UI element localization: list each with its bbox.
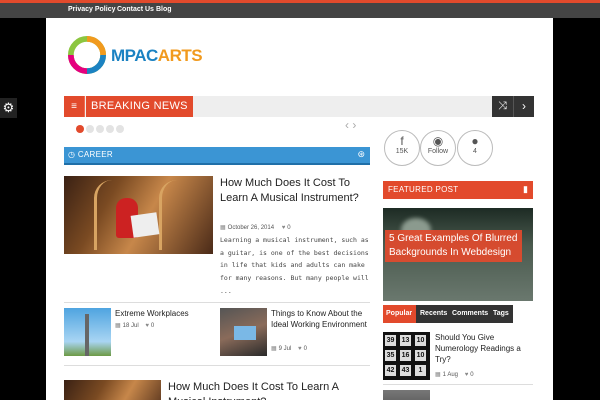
calendar-icon: ▦ <box>271 346 277 352</box>
small-post-meta: ▦ 18 Jul ♥ 0 <box>115 322 154 329</box>
nav-privacy-policy[interactable]: Privacy Policy <box>68 6 115 13</box>
chevron-right-icon[interactable]: › <box>513 96 534 117</box>
numerology-cell: 43 <box>400 365 411 376</box>
tab-comments[interactable]: Comments <box>449 305 491 323</box>
slider-dot[interactable] <box>96 125 104 133</box>
slider-arrows: ‹ › <box>345 118 356 132</box>
featured-post-title[interactable]: 5 Great Examples Of Blurred Backgrounds … <box>385 230 522 262</box>
heart-icon: ♥ <box>281 225 286 231</box>
page-container: MPACARTS ≡ BREAKING NEWS ⤨ › ‹ › ◷ CAREE… <box>46 18 553 400</box>
numerology-cell: 10 <box>415 350 426 361</box>
numerology-cell: 16 <box>400 350 411 361</box>
divider <box>383 384 533 385</box>
side-post-meta: ▦ 1 Aug ♥ 0 <box>435 371 474 378</box>
side-post-image[interactable]: 39 13 10 35 16 10 42 43 1 <box>383 332 430 380</box>
main-post-meta: ▦ October 26, 2014 ♥ 0 <box>220 224 291 231</box>
tab-popular[interactable]: Popular <box>383 305 416 323</box>
career-icon: ◷ <box>68 150 76 159</box>
numerology-cell: 39 <box>385 335 396 346</box>
social-comments[interactable]: ● 4 <box>457 130 493 166</box>
post-likes: 0 <box>303 346 307 352</box>
numerology-cell: 13 <box>400 335 411 346</box>
slider-pagination <box>76 120 126 138</box>
heart-icon: ♥ <box>464 372 469 378</box>
bookmark-icon: ▮ <box>523 184 528 194</box>
small-post-meta: ▦ 9 Jul ♥ 0 <box>271 345 307 352</box>
divider <box>64 365 370 366</box>
comment-icon: ● <box>471 134 479 148</box>
social-rss[interactable]: ◉ Follow <box>420 130 456 166</box>
divider <box>64 302 370 303</box>
sidebar-tabs: Popular Recents Comments Tags <box>383 305 513 323</box>
bottom-post-image[interactable] <box>64 380 161 400</box>
rss-icon[interactable]: ⊛ <box>357 149 365 160</box>
tab-tags[interactable]: Tags <box>490 305 512 323</box>
chevron-left-icon[interactable]: ‹ <box>345 118 349 132</box>
calendar-icon: ▦ <box>115 323 121 329</box>
post-likes: 0 <box>287 225 291 231</box>
top-bar: Privacy Policy Contact Us Blog <box>0 0 600 18</box>
post-date: 9 Jul <box>278 346 292 352</box>
comments-count: 4 <box>473 148 477 155</box>
post-date: 18 Jul <box>122 323 139 329</box>
breaking-news-bar: ≡ BREAKING NEWS ⤨ › <box>64 96 534 117</box>
rss-follow: Follow <box>427 148 449 155</box>
heart-icon: ♥ <box>298 346 302 352</box>
logo-text-b: ARTS <box>157 46 203 65</box>
calendar-icon: ▦ <box>435 372 441 378</box>
menu-icon[interactable]: ≡ <box>64 96 85 117</box>
calendar-icon: ▦ <box>220 225 226 231</box>
slider-dot[interactable] <box>86 125 94 133</box>
main-post-image[interactable] <box>64 176 213 254</box>
bottom-post-title[interactable]: How Much Does It Cost To Learn A Musical… <box>168 380 358 400</box>
facebook-icon: f <box>400 134 404 148</box>
career-section-header[interactable]: ◷ CAREER ⊛ <box>64 147 370 165</box>
post-likes: 0 <box>150 323 155 329</box>
featured-post-label: FEATURED POST <box>388 185 459 194</box>
social-facebook[interactable]: f 15K <box>384 130 420 166</box>
career-text: CAREER <box>77 150 113 159</box>
small-post-title[interactable]: Extreme Workplaces <box>115 308 215 319</box>
main-post-excerpt: Learning a musical instrument, such as a… <box>220 236 369 295</box>
tab-recents[interactable]: Recents <box>417 305 450 323</box>
harp-shape <box>159 180 177 250</box>
heart-icon: ♥ <box>145 323 149 329</box>
screen-shape <box>234 326 256 340</box>
numerology-cell: 35 <box>385 350 396 361</box>
side-post-image[interactable] <box>383 390 430 400</box>
facebook-count: 15K <box>395 148 409 155</box>
side-post-title[interactable]: Should You Give Numerology Readings a Tr… <box>435 332 535 365</box>
shuffle-icon[interactable]: ⤨ <box>492 96 513 117</box>
harp-shape <box>94 180 112 250</box>
numerology-cell: 42 <box>385 365 396 376</box>
site-logo-icon[interactable] <box>68 36 106 74</box>
numerology-cell: 10 <box>415 335 426 346</box>
post-date: 1 Aug <box>442 372 459 378</box>
small-post-image[interactable] <box>220 308 267 356</box>
career-label: ◷ CAREER <box>68 150 113 159</box>
sheet-music-shape <box>130 212 160 238</box>
small-post-title[interactable]: Things to Know About the Ideal Working E… <box>271 308 369 330</box>
gear-icon[interactable]: ⚙ <box>0 98 17 118</box>
slider-dot[interactable] <box>76 125 84 133</box>
site-logo-text[interactable]: MPACARTS <box>111 46 203 66</box>
nav-contact-us[interactable]: Contact Us <box>117 6 154 13</box>
rss-icon: ◉ <box>432 134 444 148</box>
featured-post-header: FEATURED POST ▮ <box>383 181 533 199</box>
small-post-image[interactable] <box>64 308 111 356</box>
numerology-cell: 1 <box>415 365 426 376</box>
slider-dot[interactable] <box>106 125 114 133</box>
slider-dot[interactable] <box>116 125 124 133</box>
logo-text-a: MPAC <box>111 46 158 65</box>
post-date: October 26, 2014 <box>227 225 275 231</box>
main-post-title[interactable]: How Much Does It Cost To Learn A Musical… <box>220 176 360 206</box>
tower-shape <box>85 314 89 356</box>
breaking-news-label: BREAKING NEWS <box>86 96 193 117</box>
nav-blog[interactable]: Blog <box>156 6 172 13</box>
chevron-right-icon[interactable]: › <box>352 118 356 132</box>
post-likes: 0 <box>470 372 474 378</box>
